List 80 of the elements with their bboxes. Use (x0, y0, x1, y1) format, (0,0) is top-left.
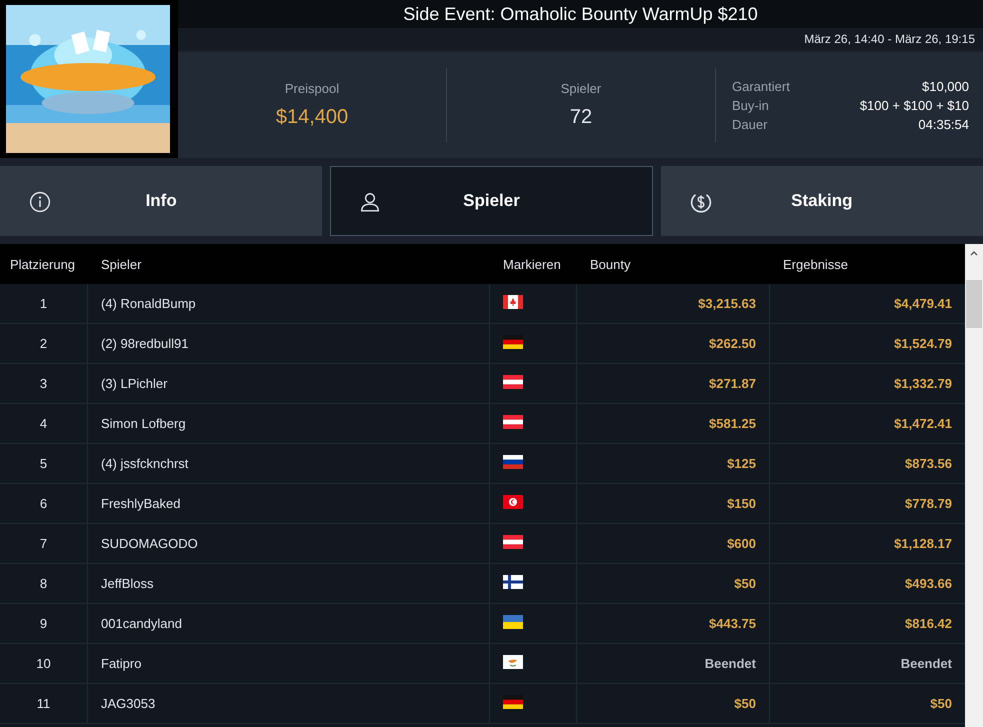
table-cell-text: $1,524.79 (893, 335, 953, 353)
table-cell-text: $873.56 (904, 455, 953, 473)
table-cell: $50 (577, 564, 770, 603)
player-name[interactable]: FreshlyBaked (88, 484, 490, 523)
table-cell: $271.87 (577, 364, 770, 403)
table-cell: 8 (0, 564, 88, 603)
stat-label: Spieler (560, 81, 602, 96)
scroll-up-icon[interactable] (969, 249, 979, 257)
detail-value: $100 + $100 + $10 (860, 98, 969, 112)
table-cell: 10 (0, 644, 88, 683)
player-name[interactable]: SUDOMAGODO (88, 524, 490, 563)
flag-icon (503, 335, 523, 349)
column-header[interactable]: Markieren (490, 256, 577, 272)
stat-value: $14,400 (276, 106, 348, 129)
flag-icon (503, 295, 523, 309)
player-name[interactable]: (3) LPichler (88, 364, 490, 403)
table-cell: 1 (0, 284, 88, 323)
table-cell: 3 (0, 364, 88, 403)
table-cell: $600 (577, 524, 770, 563)
stat-label: Preispool (284, 81, 340, 96)
tab[interactable]: Staking (660, 166, 983, 236)
table-cell-text: $816.42 (904, 615, 953, 633)
flag-icon (503, 695, 523, 709)
table-cell-text: Beendet (900, 655, 953, 673)
table-cell: Beendet (577, 644, 770, 683)
player-name[interactable]: JAG3053 (88, 684, 490, 723)
scrollbar-thumb[interactable] (966, 280, 982, 328)
tab[interactable]: Spieler (330, 166, 653, 236)
table-cell: 5 (0, 444, 88, 483)
player-name[interactable]: (4) RonaldBump (88, 284, 490, 323)
table-cell: $443.75 (577, 604, 770, 643)
flag-icon (503, 495, 523, 509)
player-name[interactable]: JeffBloss (88, 564, 490, 603)
flag-icon (503, 575, 523, 589)
flag-icon (503, 615, 523, 629)
scrollbar[interactable] (965, 244, 983, 727)
table-cell: 11 (0, 684, 88, 723)
event-title: Side Event: Omaholic Bounty WarmUp $210 (403, 4, 758, 24)
table-cell: 9 (0, 604, 88, 643)
table-cell: $125 (577, 444, 770, 483)
tab[interactable]: Info (0, 166, 322, 236)
detail-label: Buy-in (732, 98, 769, 112)
player-name[interactable]: (4) jssfcknchrst (88, 444, 490, 483)
table-cell: $50 (577, 684, 770, 723)
table-cell: $150 (577, 484, 770, 523)
table-cell-text: $4,479.41 (893, 295, 953, 313)
column-header[interactable]: Ergebnisse (770, 256, 965, 272)
flag-icon (503, 375, 523, 389)
table-cell: 6 (0, 484, 88, 523)
table-cell: $581.25 (577, 404, 770, 443)
table-cell: 7 (0, 524, 88, 563)
table-cell-text: $1,472.41 (893, 415, 953, 433)
player-name[interactable]: 001candyland (88, 604, 490, 643)
flag-icon (503, 415, 523, 429)
event-dates: März 26, 14:40 - März 26, 19:15 (804, 32, 975, 46)
detail-label: Garantiert (732, 78, 790, 94)
table-cell: 2 (0, 324, 88, 363)
player-name[interactable]: (2) 98redbull91 (88, 324, 490, 363)
detail-value: 04:35:54 (918, 116, 969, 132)
table-cell-text: $1,128.17 (893, 535, 953, 553)
table-cell-text: $1,332.79 (893, 375, 953, 393)
table-cell-text: $493.66 (904, 575, 953, 593)
column-header[interactable]: Spieler (88, 256, 490, 272)
table-cell-text: $778.79 (904, 495, 953, 513)
table-cell-text: $50 (929, 695, 953, 713)
table-cell: $262.50 (577, 324, 770, 363)
info-icon (29, 191, 51, 213)
detail-label: Dauer (732, 116, 768, 132)
user-icon (359, 191, 382, 213)
detail-value: $10,000 (922, 78, 969, 94)
player-name[interactable]: Simon Lofberg (88, 404, 490, 443)
column-header[interactable]: Platzierung (0, 256, 88, 272)
column-header[interactable]: Bounty (577, 256, 770, 272)
player-name[interactable]: Fatipro (88, 644, 490, 683)
flag-icon (503, 455, 523, 469)
table-cell: $3,215.63 (577, 284, 770, 323)
table-cell: 4 (0, 404, 88, 443)
flag-icon (503, 655, 523, 669)
stat-value: 72 (570, 106, 592, 129)
flag-icon (503, 535, 523, 549)
